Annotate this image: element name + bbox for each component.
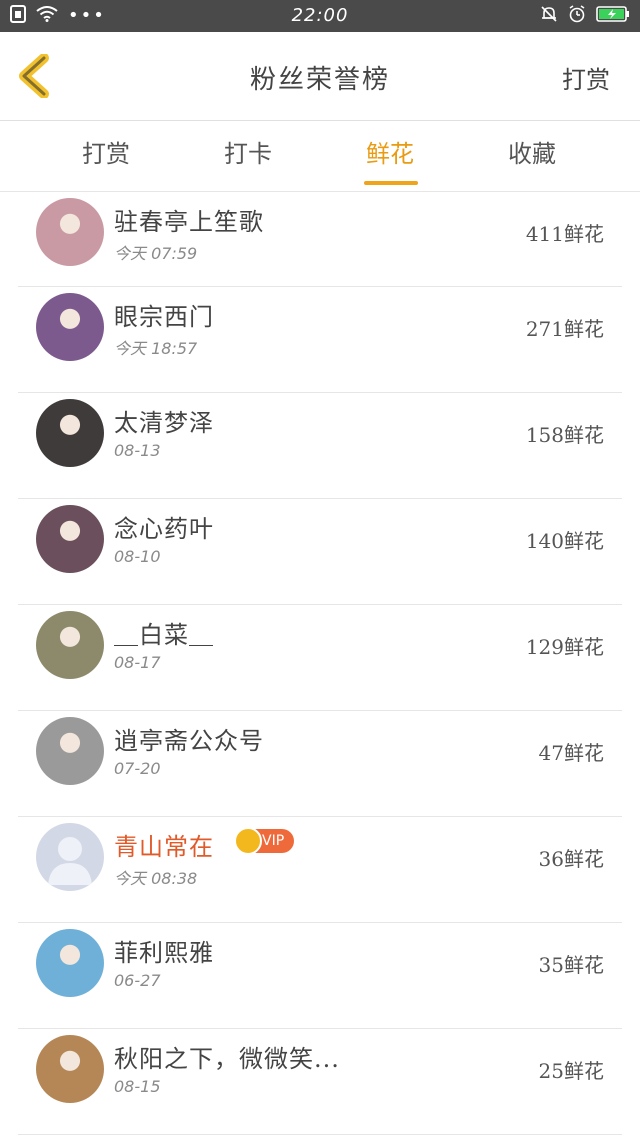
- user-name: 眼宗西门: [114, 303, 214, 331]
- flower-count: 411鲜花: [525, 222, 604, 246]
- avatar[interactable]: [36, 198, 104, 266]
- list-item[interactable]: 念心药叶 08-10 140鲜花: [18, 499, 622, 605]
- list-item[interactable]: 菲利熙雅 06-27 35鲜花: [18, 923, 622, 1029]
- vip-label: VIP: [262, 833, 285, 849]
- nav-bar: 粉丝荣誉榜 打赏: [0, 32, 640, 120]
- timestamp: 06-27: [114, 971, 161, 990]
- list-item[interactable]: 青山常在 VIP 今天 08:38 36鲜花: [18, 817, 622, 923]
- flower-count: 271鲜花: [525, 317, 604, 341]
- tab-label: 鲜花: [366, 140, 414, 168]
- list-item[interactable]: ＿白菜＿ 08-17 129鲜花: [18, 605, 622, 711]
- tab-checkin[interactable]: 打卡: [178, 121, 318, 191]
- avatar[interactable]: [36, 823, 104, 891]
- avatar[interactable]: [36, 929, 104, 997]
- timestamp: 08-15: [114, 1077, 161, 1096]
- reward-button[interactable]: 打赏: [562, 32, 610, 120]
- user-name: 念心药叶: [114, 515, 214, 543]
- tab-reward[interactable]: 打赏: [36, 121, 176, 191]
- timestamp: 07-20: [114, 759, 161, 778]
- list-item[interactable]: 逍亭斋公众号 07-20 47鲜花: [18, 711, 622, 817]
- tab-flowers[interactable]: 鲜花: [320, 121, 460, 191]
- list-item[interactable]: 驻春亭上笙歌 今天 07:59 411鲜花: [18, 192, 622, 287]
- user-name: ＿白菜＿: [114, 621, 214, 649]
- tab-active-indicator: [364, 181, 418, 185]
- avatar[interactable]: [36, 505, 104, 573]
- flower-count: 25鲜花: [538, 1059, 604, 1083]
- crown-icon: [234, 827, 262, 855]
- flower-count: 35鲜花: [538, 953, 604, 977]
- alarm-icon: [568, 5, 586, 27]
- user-name: 太清梦泽: [114, 409, 214, 437]
- avatar[interactable]: [36, 1035, 104, 1103]
- mute-bell-icon: [540, 5, 558, 27]
- list-item[interactable]: 太清梦泽 08-13 158鲜花: [18, 393, 622, 499]
- avatar[interactable]: [36, 611, 104, 679]
- user-name: 秋阳之下，微微笑...: [114, 1045, 340, 1073]
- status-right-icons: [540, 0, 630, 32]
- flower-count: 36鲜花: [538, 847, 604, 871]
- user-name: 菲利熙雅: [114, 939, 214, 967]
- fan-ranking-list: 驻春亭上笙歌 今天 07:59 411鲜花 眼宗西门 今天 18:57 271鲜…: [0, 192, 640, 1135]
- vip-badge: VIP: [234, 827, 295, 855]
- default-avatar-icon: [36, 823, 104, 891]
- tab-bar: 打赏 打卡 鲜花 收藏: [0, 121, 640, 191]
- tab-label: 收藏: [508, 140, 556, 168]
- timestamp: 今天 07:59: [114, 244, 198, 263]
- flower-count: 140鲜花: [525, 529, 604, 553]
- list-item[interactable]: 秋阳之下，微微笑... 08-15 25鲜花: [18, 1029, 622, 1135]
- flower-count: 129鲜花: [525, 635, 604, 659]
- flower-count: 47鲜花: [538, 741, 604, 765]
- flower-count: 158鲜花: [525, 423, 604, 447]
- timestamp: 08-10: [114, 547, 161, 566]
- user-name: 青山常在: [114, 833, 214, 861]
- timestamp: 08-17: [114, 653, 161, 672]
- user-name: 逍亭斋公众号: [114, 727, 264, 755]
- avatar[interactable]: [36, 293, 104, 361]
- list-item[interactable]: 眼宗西门 今天 18:57 271鲜花: [18, 287, 622, 393]
- user-name: 驻春亭上笙歌: [114, 208, 264, 236]
- tab-label: 打赏: [82, 140, 130, 168]
- page-title: 粉丝荣誉榜: [249, 65, 390, 95]
- timestamp: 今天 18:57: [114, 339, 198, 358]
- avatar[interactable]: [36, 399, 104, 467]
- tab-label: 打卡: [224, 140, 272, 168]
- tab-favorites[interactable]: 收藏: [462, 121, 602, 191]
- avatar[interactable]: [36, 717, 104, 785]
- timestamp: 08-13: [114, 441, 161, 460]
- status-bar: ••• 22:00: [0, 0, 640, 32]
- timestamp: 今天 08:38: [114, 869, 198, 888]
- battery-charging-icon: [596, 5, 630, 27]
